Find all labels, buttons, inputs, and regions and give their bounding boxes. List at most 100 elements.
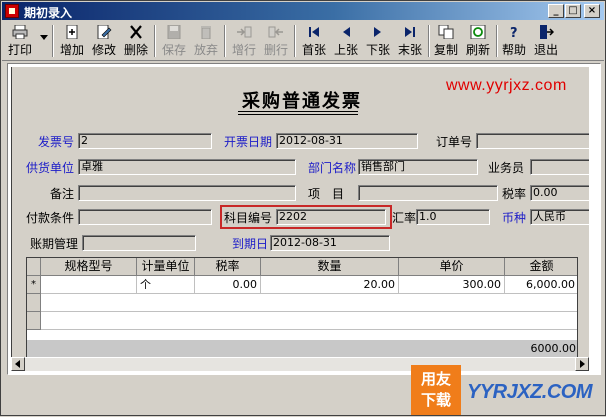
exchange-rate-field[interactable]: 1.0: [416, 209, 490, 225]
save-icon: [167, 25, 181, 39]
save-label: 保存: [161, 43, 186, 57]
department-field[interactable]: 销售部门: [358, 159, 478, 175]
watermark-url: www.yyrjxz.com: [446, 77, 567, 94]
toolbar: 打印 增加 修改 删除 保存 放弃 增行 删行 首张 上张 下张 末张 复制 刷…: [2, 21, 604, 61]
maximize-button[interactable]: □: [565, 4, 581, 18]
supplier-field[interactable]: 卓雅: [78, 159, 296, 175]
first-record-label: 首张: [301, 43, 326, 57]
salesperson-field[interactable]: [530, 159, 589, 175]
order-no-label: 订单号: [436, 135, 473, 149]
site-logo: 用友 下载 YYRJXZ.COM: [411, 365, 606, 417]
title-bar[interactable]: 期初录入 _ □ ×: [2, 2, 604, 20]
delete-row-button[interactable]: 删行: [260, 23, 292, 59]
logo-text: YYRJXZ.COM: [467, 381, 593, 403]
refresh-button[interactable]: 刷新: [462, 23, 494, 59]
column-header-tax-rate[interactable]: 税率: [195, 258, 261, 276]
invoice-date-label: 开票日期: [224, 135, 273, 149]
copy-label: 复制: [433, 43, 458, 57]
column-header-quantity[interactable]: 数量: [261, 258, 399, 276]
scroll-left-button[interactable]: [11, 357, 25, 371]
invoice-no-field[interactable]: 2: [78, 133, 212, 149]
last-record-label: 末张: [397, 43, 422, 57]
edit-button[interactable]: 修改: [88, 23, 120, 59]
invoice-date-field[interactable]: 2012-08-31: [276, 133, 418, 149]
minimize-button[interactable]: _: [548, 4, 564, 18]
delete-icon: [130, 25, 142, 39]
cell-price[interactable]: 300.00: [399, 276, 505, 294]
cell-spec[interactable]: [41, 276, 137, 294]
printer-icon: [12, 25, 28, 39]
account-code-highlight: [220, 205, 392, 229]
arrow-left-icon: [15, 360, 20, 368]
column-header-unit[interactable]: 计量单位: [137, 258, 195, 276]
next-record-label: 下张: [365, 43, 390, 57]
discard-button[interactable]: 放弃: [190, 23, 222, 59]
first-record-icon: [309, 27, 319, 37]
period-mgmt-field[interactable]: [82, 235, 196, 251]
payment-terms-label: 付款条件: [26, 211, 75, 225]
add-button[interactable]: 增加: [56, 23, 88, 59]
row-marker[interactable]: [27, 294, 41, 312]
payment-terms-field[interactable]: [78, 209, 212, 225]
empty-row[interactable]: [41, 294, 577, 312]
project-label: 项 目: [308, 187, 345, 201]
toolbar-separator: [224, 25, 226, 57]
row-marker[interactable]: [27, 312, 41, 330]
exit-icon: [540, 25, 554, 39]
previous-record-button[interactable]: 上张: [330, 23, 362, 59]
order-no-field[interactable]: [476, 133, 589, 149]
remarks-field[interactable]: [78, 185, 296, 201]
help-icon: ?: [510, 26, 518, 39]
save-button[interactable]: 保存: [158, 23, 190, 59]
help-label: 帮助: [501, 43, 526, 57]
toolbar-separator: [294, 25, 296, 57]
row-marker[interactable]: *: [27, 276, 41, 294]
column-header-amount[interactable]: 金额: [505, 258, 577, 276]
cell-tax-rate[interactable]: 0.00: [195, 276, 261, 294]
remarks-label: 备注: [50, 187, 75, 201]
app-icon: [5, 4, 19, 18]
previous-record-label: 上张: [333, 43, 358, 57]
invoice-no-label: 发票号: [38, 135, 75, 149]
currency-field[interactable]: 人民币: [530, 209, 589, 225]
svg-text:?: ?: [510, 26, 518, 39]
discard-icon: [201, 26, 211, 39]
print-dropdown-arrow-icon[interactable]: [40, 35, 48, 40]
cell-unit[interactable]: 个: [137, 276, 195, 294]
column-header-spec[interactable]: 规格型号: [41, 258, 137, 276]
add-row-button[interactable]: 增行: [228, 23, 260, 59]
project-field[interactable]: [358, 185, 498, 201]
salesperson-label: 业务员: [488, 161, 525, 175]
tax-rate-field[interactable]: 0.00: [530, 185, 589, 201]
logo-box: 用友 下载: [411, 365, 461, 415]
column-header-price[interactable]: 单价: [399, 258, 505, 276]
first-record-button[interactable]: 首张: [298, 23, 330, 59]
logo-box-line1: 用友: [420, 370, 451, 388]
delete-button[interactable]: 删除: [120, 23, 152, 59]
close-button[interactable]: ×: [584, 4, 600, 18]
previous-record-icon: [343, 27, 350, 37]
delete-label: 删除: [123, 43, 148, 57]
last-record-button[interactable]: 末张: [394, 23, 426, 59]
period-mgmt-label: 账期管理: [30, 237, 79, 251]
title-underline: [238, 114, 358, 115]
print-button[interactable]: 打印: [4, 23, 36, 59]
add-label: 增加: [59, 43, 84, 57]
supplier-label: 供货单位: [26, 161, 75, 175]
due-date-field[interactable]: 2012-08-31: [270, 235, 390, 251]
empty-row[interactable]: [41, 312, 577, 330]
cell-quantity[interactable]: 20.00: [261, 276, 399, 294]
title-underline: [238, 111, 358, 112]
help-button[interactable]: ? 帮助: [498, 23, 530, 59]
total-row: 6000.00: [27, 340, 577, 358]
cell-amount[interactable]: 6,000.00: [505, 276, 577, 294]
add-row-label: 增行: [231, 43, 256, 57]
next-record-button[interactable]: 下张: [362, 23, 394, 59]
invoice-form: 采购普通发票 www.yyrjxz.com 发票号 2 开票日期 2012-08…: [11, 67, 589, 371]
exit-button[interactable]: 退出: [530, 23, 562, 59]
grid-corner: [27, 258, 41, 276]
tax-rate-label: 税率: [502, 187, 527, 201]
department-label: 部门名称: [308, 161, 357, 175]
copy-button[interactable]: 复制: [430, 23, 462, 59]
currency-label: 币种: [502, 211, 527, 225]
